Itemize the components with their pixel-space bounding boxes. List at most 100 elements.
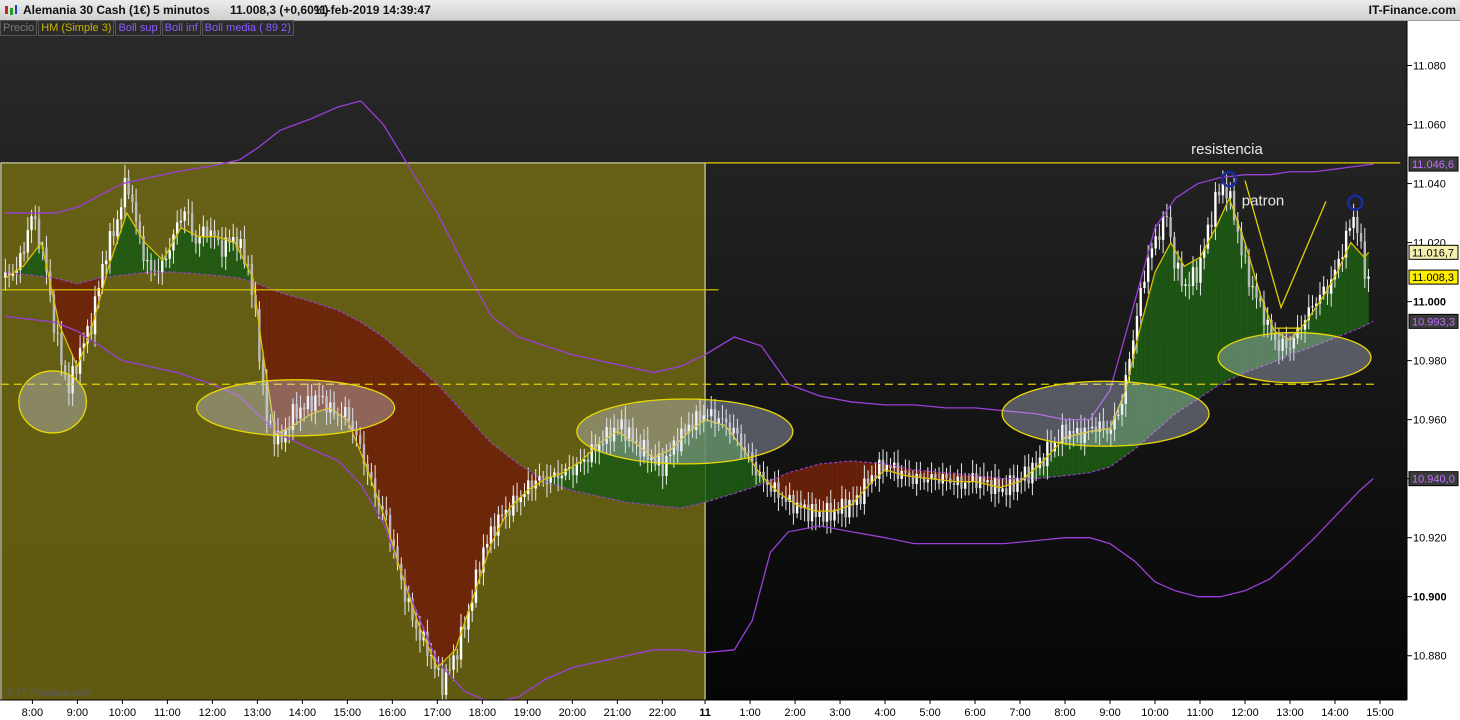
bear-band-segment xyxy=(850,461,853,506)
bear-band-segment xyxy=(62,279,65,337)
x-tick-label: 21:00 xyxy=(604,707,632,719)
bear-band-segment xyxy=(459,408,463,637)
candle-body xyxy=(844,498,847,518)
candle-body xyxy=(1169,216,1172,237)
x-tick-label: 11 xyxy=(699,707,711,719)
bull-band-segment xyxy=(32,251,35,276)
bear-band-segment xyxy=(450,398,454,655)
candle-body xyxy=(1188,284,1191,286)
bear-band-segment xyxy=(462,411,465,630)
candle-body xyxy=(960,476,963,489)
candle-body xyxy=(108,231,112,261)
bull-band-segment xyxy=(562,472,565,488)
bull-band-segment xyxy=(1352,244,1356,331)
candle-body xyxy=(187,211,190,214)
candle-body xyxy=(848,499,851,518)
candle-body xyxy=(907,472,911,476)
x-tick-label: 20:00 xyxy=(559,707,587,719)
x-tick-label: 18:00 xyxy=(469,707,497,719)
bear-band-segment xyxy=(387,340,390,534)
bear-band-segment xyxy=(80,282,83,359)
candle-body xyxy=(127,177,130,195)
bear-band-segment xyxy=(464,413,467,624)
candle-body xyxy=(780,497,784,499)
candle-body xyxy=(168,250,171,259)
candle-body xyxy=(60,333,63,366)
bull-band-segment xyxy=(34,248,38,276)
candle-body xyxy=(246,264,250,266)
price-tag-label: 11.046,6 xyxy=(1412,159,1454,171)
candle-body xyxy=(1173,236,1176,269)
bull-band-segment xyxy=(596,444,599,497)
candle-body xyxy=(1139,287,1142,317)
candle-body xyxy=(859,495,862,505)
bear-band-segment xyxy=(409,360,413,605)
candle-body xyxy=(1266,319,1269,325)
bear-band-segment xyxy=(466,416,469,617)
bear-band-segment xyxy=(421,370,424,636)
candle-body xyxy=(1214,191,1217,227)
candle-body xyxy=(1165,215,1169,217)
candle-body xyxy=(1005,488,1008,496)
candle-body xyxy=(149,260,153,271)
x-tick-label: 6:00 xyxy=(964,707,985,719)
bull-band-segment xyxy=(184,229,188,273)
legend-item-precio[interactable]: Precio xyxy=(0,20,38,36)
candle-body xyxy=(105,260,108,265)
bull-band-segment xyxy=(39,244,42,277)
x-tick-label: 13:00 xyxy=(1276,707,1304,719)
bear-band-segment xyxy=(798,469,801,507)
x-tick-label: 13:00 xyxy=(244,707,272,719)
candle-body xyxy=(825,502,829,522)
legend-item-hm[interactable]: HM (Simple 3) xyxy=(38,20,115,36)
bear-band-segment xyxy=(398,350,401,572)
candle-body xyxy=(571,467,575,476)
legend-item-boll-inf[interactable]: Boll inf xyxy=(161,20,201,36)
candle-body xyxy=(198,236,201,244)
highlight-ellipse xyxy=(18,370,88,434)
bear-band-segment xyxy=(423,372,426,641)
x-tick-label: 8:00 xyxy=(1054,707,1075,719)
bull-band-segment xyxy=(182,228,185,273)
legend-item-boll-media[interactable]: Boll media ( 89 2) xyxy=(201,20,294,36)
candle-body xyxy=(194,235,198,244)
x-tick-label: 8:00 xyxy=(22,707,43,719)
highlight-ellipse xyxy=(576,398,794,465)
candle-body xyxy=(840,498,844,514)
candle-body xyxy=(1184,284,1187,286)
bull-band-segment xyxy=(1332,276,1335,339)
bull-band-segment xyxy=(187,230,190,274)
bear-band-segment xyxy=(425,374,429,647)
candle-body xyxy=(1046,441,1049,467)
bull-band-segment xyxy=(1205,243,1208,395)
candle-body xyxy=(489,526,493,544)
bear-band-segment xyxy=(403,354,406,585)
bull-band-segment xyxy=(125,215,129,275)
price-chart: resistencia patron © IT-Finance.com 11.080 1… xyxy=(0,20,1460,720)
x-tick-label: 11:00 xyxy=(154,707,181,719)
bear-band-segment xyxy=(382,336,385,520)
indicator-legend: Precio HM (Simple 3) Boll sup Boll inf Boll … xyxy=(0,20,295,36)
x-tick-label: 12:00 xyxy=(199,707,227,719)
candle-body xyxy=(131,194,134,202)
bull-band-segment xyxy=(1339,262,1342,337)
candle-body xyxy=(161,260,164,273)
bear-band-segment xyxy=(393,346,397,557)
candle-body xyxy=(385,509,388,516)
candle-body xyxy=(34,216,37,220)
candle-body xyxy=(220,240,224,257)
bull-band-segment xyxy=(132,222,135,274)
bull-band-segment xyxy=(1211,230,1215,390)
candle-body xyxy=(1352,216,1355,229)
bear-band-segment xyxy=(414,364,417,619)
x-tick-label: 2:00 xyxy=(784,707,805,719)
instrument-name: Alemania 30 Cash (1€) xyxy=(23,3,151,17)
legend-item-boll-sup[interactable]: Boll sup xyxy=(115,20,161,36)
candle-body xyxy=(1217,191,1221,196)
candle-body xyxy=(990,480,993,495)
candle-body xyxy=(881,459,885,472)
bull-band-segment xyxy=(123,216,126,275)
bear-band-segment xyxy=(73,282,76,363)
candle-body xyxy=(179,220,183,223)
bear-band-segment xyxy=(428,376,431,652)
